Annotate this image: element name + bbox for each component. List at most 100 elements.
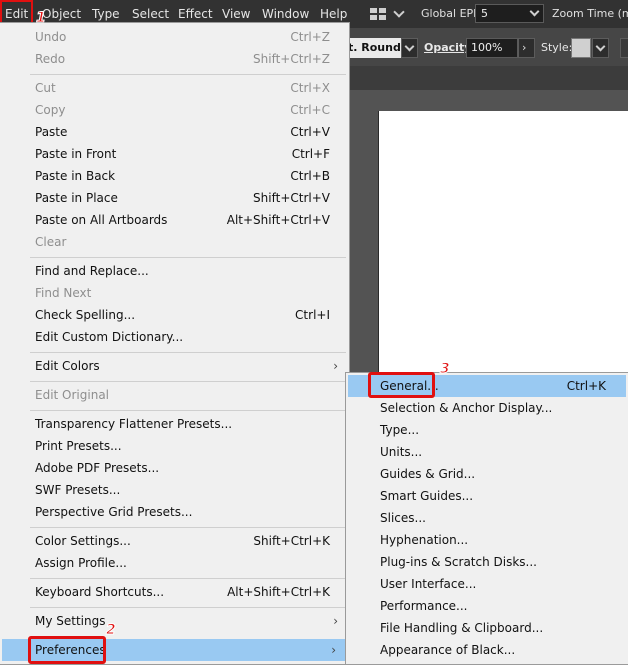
menu-item-label: Hyphenation... xyxy=(380,533,469,547)
menu-item-assign-profile[interactable]: Assign Profile... xyxy=(0,552,348,574)
menu-item-label: Color Settings... xyxy=(35,534,131,548)
menu-item-find-next[interactable]: Find Next xyxy=(0,282,348,304)
submenu-item-performance[interactable]: Performance... xyxy=(346,595,628,617)
chevron-down-icon[interactable] xyxy=(393,6,405,18)
menu-item-shortcut: Ctrl+X xyxy=(290,81,330,95)
submenu-item-smart-guides[interactable]: Smart Guides... xyxy=(346,485,628,507)
menu-item-label: Guides & Grid... xyxy=(380,467,476,481)
step-badge-2: 2 xyxy=(106,622,117,639)
menu-separator xyxy=(30,381,346,382)
menu-item-check-spelling[interactable]: Check Spelling... Ctrl+I xyxy=(0,304,348,326)
submenu-item-selection-anchor[interactable]: Selection & Anchor Display... xyxy=(346,397,628,419)
opacity-dropdown[interactable]: › xyxy=(518,38,535,58)
menu-item-paste-all-artboards[interactable]: Paste on All Artboards Alt+Shift+Ctrl+V xyxy=(0,209,348,231)
workspace-grid-icon[interactable] xyxy=(370,8,386,20)
submenu-item-guides-grid[interactable]: Guides & Grid... xyxy=(346,463,628,485)
menu-item-label: Paste in Back xyxy=(35,169,116,183)
menu-item-label: Redo xyxy=(35,52,66,66)
menu-item-color-settings[interactable]: Color Settings... Shift+Ctrl+K xyxy=(0,530,348,552)
menu-item-copy[interactable]: Copy Ctrl+C xyxy=(0,99,348,121)
step-badge-3: 3 xyxy=(440,361,451,378)
submenu-item-appearance-black[interactable]: Appearance of Black... xyxy=(346,639,628,661)
menu-item-print-presets[interactable]: Print Presets... xyxy=(0,435,348,457)
chevron-right-icon: › xyxy=(333,359,338,373)
submenu-item-plugins[interactable]: Plug-ins & Scratch Disks... xyxy=(346,551,628,573)
menu-item-transparency-presets[interactable]: Transparency Flattener Presets... xyxy=(0,413,348,435)
submenu-item-slices[interactable]: Slices... xyxy=(346,507,628,529)
menu-item-label: Adobe PDF Presets... xyxy=(35,461,160,475)
menu-item-shortcut: Ctrl+C xyxy=(290,103,330,117)
global-epf-select[interactable]: 5 xyxy=(475,4,544,23)
submenu-item-user-interface[interactable]: User Interface... xyxy=(346,573,628,595)
menu-item-label: Paste on All Artboards xyxy=(35,213,168,227)
menu-item-label: Find and Replace... xyxy=(35,264,149,278)
menu-item-paste-in-back[interactable]: Paste in Back Ctrl+B xyxy=(0,165,348,187)
preferences-submenu: General... Ctrl+K Selection & Anchor Disp… xyxy=(345,372,628,665)
menu-item-edit-original[interactable]: Edit Original xyxy=(0,384,348,406)
menu-item-label: Check Spelling... xyxy=(35,308,136,322)
chevron-down-icon xyxy=(404,41,415,52)
submenu-item-units[interactable]: Units... xyxy=(346,441,628,463)
menu-item-pdf-presets[interactable]: Adobe PDF Presets... xyxy=(0,457,348,479)
edit-menu: Undo Ctrl+Z Redo Shift+Ctrl+Z Cut Ctrl+X Co… xyxy=(0,22,350,665)
menu-item-label: My Settings xyxy=(35,614,106,628)
submenu-item-file-handling[interactable]: File Handling & Clipboard... xyxy=(346,617,628,639)
menu-item-paste-in-place[interactable]: Paste in Place Shift+Ctrl+V xyxy=(0,187,348,209)
annotation-box-general xyxy=(368,372,435,398)
menu-separator xyxy=(30,527,346,528)
menu-item-label: Assign Profile... xyxy=(35,556,127,570)
menu-item-label: Performance... xyxy=(380,599,468,613)
menu-item-perspective-presets[interactable]: Perspective Grid Presets... xyxy=(0,501,348,523)
global-epf-value: 5 xyxy=(481,7,488,20)
menu-item-label: Copy xyxy=(35,103,66,117)
menu-item-label: Keyboard Shortcuts... xyxy=(35,585,165,599)
cap-style-dropdown[interactable] xyxy=(401,38,418,58)
menu-item-shortcut: Alt+Shift+Ctrl+V xyxy=(226,213,330,227)
menu-item-edit-colors[interactable]: Edit Colors › xyxy=(0,355,348,377)
chevron-down-icon xyxy=(529,6,540,17)
document-tab-strip xyxy=(350,66,628,90)
panel-button[interactable] xyxy=(620,38,628,58)
style-dropdown[interactable] xyxy=(592,38,609,58)
menu-item-paste[interactable]: Paste Ctrl+V xyxy=(0,121,348,143)
menu-item-label: Cut xyxy=(35,81,56,95)
menu-item-swf-presets[interactable]: SWF Presets... xyxy=(0,479,348,501)
chevron-right-icon: › xyxy=(522,41,527,54)
submenu-item-type[interactable]: Type... xyxy=(346,419,628,441)
menu-item-my-settings[interactable]: My Settings › xyxy=(0,610,348,632)
menu-item-custom-dictionary[interactable]: Edit Custom Dictionary... xyxy=(0,326,348,348)
menu-item-paste-in-front[interactable]: Paste in Front Ctrl+F xyxy=(0,143,348,165)
menu-item-label: Clear xyxy=(35,235,67,249)
menu-item-label: Edit Colors xyxy=(35,359,100,373)
menu-item-find-replace[interactable]: Find and Replace... xyxy=(0,260,348,282)
menu-separator xyxy=(30,257,346,258)
menu-item-undo[interactable]: Undo Ctrl+Z xyxy=(0,26,348,48)
menu-item-clear[interactable]: Clear xyxy=(0,231,348,253)
submenu-item-hyphenation[interactable]: Hyphenation... xyxy=(346,529,628,551)
menu-item-keyboard-shortcuts[interactable]: Keyboard Shortcuts... Alt+Shift+Ctrl+K xyxy=(0,581,348,603)
menu-item-shortcut: Ctrl+B xyxy=(290,169,330,183)
chevron-right-icon: › xyxy=(331,643,336,657)
menu-item-redo[interactable]: Redo Shift+Ctrl+Z xyxy=(0,48,348,70)
menu-item-cut[interactable]: Cut Ctrl+X xyxy=(0,77,348,99)
menu-item-shortcut: Alt+Shift+Ctrl+K xyxy=(227,585,330,599)
menu-item-label: Slices... xyxy=(380,511,426,525)
menu-item-label: Edit Custom Dictionary... xyxy=(35,330,184,344)
menu-item-label: Paste xyxy=(35,125,68,139)
step-badge-1: 1 xyxy=(36,10,47,27)
cap-style-field[interactable]: t. Round xyxy=(343,38,401,58)
menu-item-label: Smart Guides... xyxy=(380,489,474,503)
menu-item-shortcut: Ctrl+K xyxy=(566,379,606,393)
opacity-input[interactable]: 100% xyxy=(466,38,518,58)
menu-separator xyxy=(30,352,346,353)
menu-item-label: SWF Presets... xyxy=(35,483,121,497)
menu-item-label: Units... xyxy=(380,445,423,459)
menu-item-shortcut: Ctrl+F xyxy=(291,147,330,161)
menu-item-label: Type... xyxy=(380,423,420,437)
style-swatch[interactable] xyxy=(571,38,591,58)
menu-item-label: Plug-ins & Scratch Disks... xyxy=(380,555,537,569)
menu-item-label: Paste in Place xyxy=(35,191,118,205)
menu-item-shortcut: Shift+Ctrl+V xyxy=(253,191,330,205)
menu-item-label: Find Next xyxy=(35,286,92,300)
chevron-right-icon: › xyxy=(333,614,338,628)
